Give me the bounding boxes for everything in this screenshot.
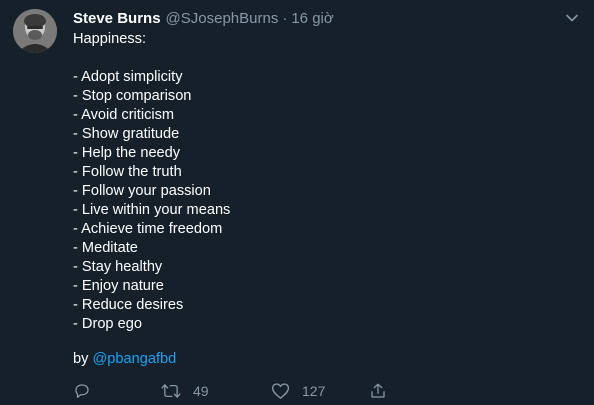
list-item: - Adopt simplicity bbox=[73, 69, 183, 85]
like-button[interactable]: 127 bbox=[271, 380, 325, 402]
mention-link[interactable]: @pbangafbd bbox=[92, 351, 176, 367]
avatar[interactable] bbox=[13, 9, 57, 53]
list-item: - Stay healthy bbox=[73, 259, 163, 275]
list-item: - Live within your means bbox=[73, 202, 231, 218]
tweet-card[interactable]: Steve Burns @SJosephBurns · 16 giờ Happi… bbox=[0, 0, 594, 405]
list-item: - Follow the truth bbox=[73, 164, 182, 180]
tweet-actions: 49 127 bbox=[73, 380, 593, 402]
byline: by @pbangafbd bbox=[73, 350, 176, 369]
chevron-down-icon[interactable] bbox=[564, 10, 580, 26]
share-icon bbox=[369, 382, 387, 400]
tweet-header: Steve Burns @SJosephBurns · 16 giờ bbox=[73, 8, 334, 28]
reply-icon bbox=[73, 382, 91, 400]
list-item: - Follow your passion bbox=[73, 183, 211, 199]
share-button[interactable] bbox=[369, 380, 387, 402]
list-item: - Reduce desires bbox=[73, 297, 184, 313]
reply-button[interactable] bbox=[73, 380, 91, 402]
tweet-text: Happiness: - Adopt simplicity - Stop com… bbox=[73, 30, 573, 334]
tweet-intro: Happiness: bbox=[73, 31, 147, 47]
retweet-icon bbox=[161, 382, 181, 400]
retweet-count: 49 bbox=[193, 383, 209, 399]
list-item: - Enjoy nature bbox=[73, 278, 164, 294]
list-item: - Stop comparison bbox=[73, 88, 192, 104]
list-item: - Achieve time freedom bbox=[73, 221, 223, 237]
heart-icon bbox=[271, 382, 290, 400]
list-item: - Help the needy bbox=[73, 145, 181, 161]
display-name[interactable]: Steve Burns bbox=[73, 10, 161, 27]
retweet-button[interactable]: 49 bbox=[161, 380, 209, 402]
separator-dot: · bbox=[282, 9, 288, 27]
timestamp[interactable]: 16 giờ bbox=[291, 10, 333, 27]
user-handle[interactable]: @SJosephBurns bbox=[166, 10, 279, 27]
like-count: 127 bbox=[302, 383, 326, 399]
list-item: - Avoid criticism bbox=[73, 107, 175, 123]
byline-prefix: by bbox=[73, 351, 89, 367]
list-item: - Drop ego bbox=[73, 316, 142, 332]
list-item: - Meditate bbox=[73, 240, 138, 256]
list-item: - Show gratitude bbox=[73, 126, 180, 142]
